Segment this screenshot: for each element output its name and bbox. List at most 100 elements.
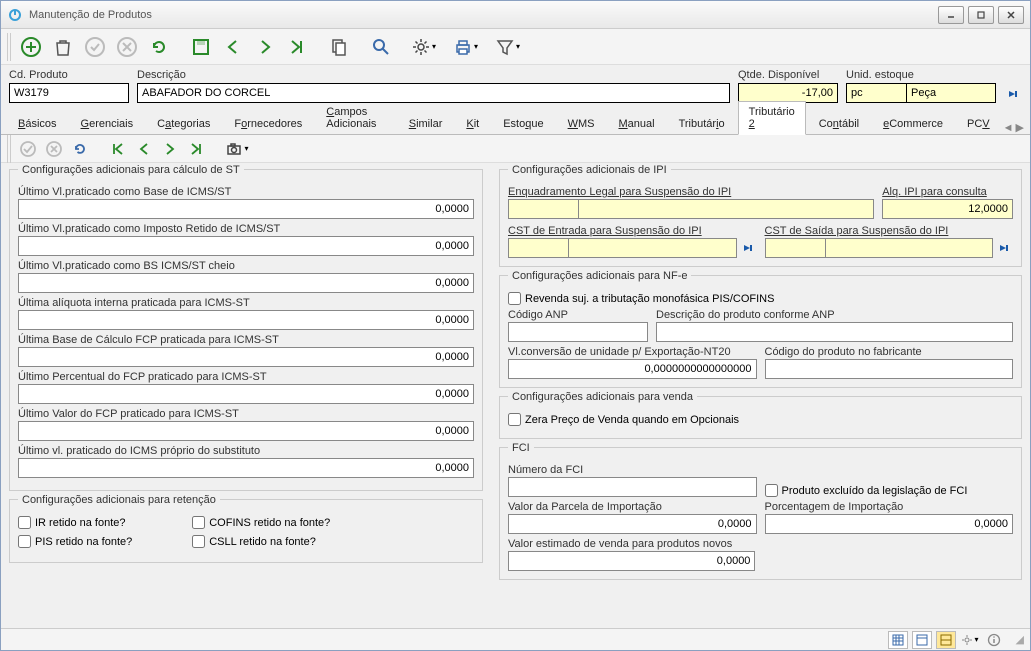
st-row-input-2[interactable] <box>18 273 474 293</box>
resize-grip[interactable]: ◢ <box>1016 633 1024 646</box>
st-row-input-3[interactable] <box>18 310 474 330</box>
chk-ret-right-0[interactable]: COFINS retido na fonte? <box>192 516 330 529</box>
cod-fab-input[interactable] <box>765 359 1014 379</box>
porc-imp-input[interactable] <box>765 514 1014 534</box>
sb-gear-icon[interactable]: ▾ <box>960 631 980 649</box>
st-row-input-7[interactable] <box>18 458 474 478</box>
enq-ipi-desc[interactable] <box>578 199 874 219</box>
alq-ipi-label[interactable]: Alq. IPI para consulta <box>882 186 1013 198</box>
sb-grid-icon[interactable] <box>888 631 908 649</box>
sb-form-icon[interactable] <box>912 631 932 649</box>
sb-split-icon[interactable] <box>936 631 956 649</box>
cst-saida-desc[interactable] <box>825 238 994 258</box>
tab-fornecedores[interactable]: Fornecedores <box>223 113 313 134</box>
unid-desc-input[interactable] <box>906 83 996 103</box>
sub-next-button[interactable] <box>159 138 181 160</box>
next-button[interactable] <box>251 33 279 61</box>
qtde-input[interactable] <box>738 83 838 103</box>
unid-label: Unid. estoque <box>846 69 996 81</box>
chk-ret-left-1[interactable]: PIS retido na fonte? <box>18 535 132 548</box>
cst-saida-label[interactable]: CST de Saída para Suspensão do IPI <box>765 225 1014 237</box>
chk-ret-right-1[interactable]: CSLL retido na fonte? <box>192 535 330 548</box>
refresh-button[interactable] <box>145 33 173 61</box>
cd-produto-label: Cd. Produto <box>9 69 129 81</box>
est-venda-input[interactable] <box>508 551 755 571</box>
tab-ecommerce[interactable]: eCommerce <box>872 113 954 134</box>
tab-categorias[interactable]: Categorias <box>146 113 221 134</box>
num-fci-input[interactable] <box>508 477 757 497</box>
st-row-input-6[interactable] <box>18 421 474 441</box>
descricao-input[interactable] <box>137 83 730 103</box>
tab-scroll-right[interactable]: ▶ <box>1016 121 1024 134</box>
nfe-group-title: Configurações adicionais para NF-e <box>508 270 691 282</box>
unid-lookup-button[interactable] <box>1004 85 1022 103</box>
filter-button[interactable]: ▾ <box>493 33 521 61</box>
unid-code-input[interactable] <box>846 83 906 103</box>
search-button[interactable] <box>367 33 395 61</box>
print-button[interactable]: ▾ <box>451 33 479 61</box>
sb-info-icon[interactable] <box>984 631 1004 649</box>
prev-button[interactable] <box>219 33 247 61</box>
st-row-input-1[interactable] <box>18 236 474 256</box>
st-row-input-4[interactable] <box>18 347 474 367</box>
chk-revenda[interactable]: Revenda suj. a tributação monofásica PIS… <box>508 292 1013 305</box>
tab-wms[interactable]: WMS <box>557 113 606 134</box>
sub-first-button[interactable] <box>107 138 129 160</box>
sub-refresh-button[interactable] <box>69 138 91 160</box>
tab-campos-adicionais[interactable]: Campos Adicionais <box>315 101 395 134</box>
settings-button[interactable]: ▾ <box>409 33 437 61</box>
confirm-button[interactable] <box>81 33 109 61</box>
last-button[interactable] <box>283 33 311 61</box>
tab-scroll-left[interactable]: ◄ <box>1003 122 1014 134</box>
minimize-button[interactable] <box>938 6 964 24</box>
tab-basicos[interactable]: Básicos <box>7 113 68 134</box>
sub-toolbar: ▾ <box>1 135 1030 163</box>
desc-anp-input[interactable] <box>656 322 1013 342</box>
cst-saida-lookup[interactable] <box>995 239 1013 257</box>
st-row-input-0[interactable] <box>18 199 474 219</box>
st-row-label-5: Último Percentual do FCP praticado para … <box>18 371 474 383</box>
copy-button[interactable] <box>325 33 353 61</box>
desc-anp-label: Descrição do produto conforme ANP <box>656 309 1013 321</box>
cd-produto-input[interactable] <box>9 83 129 103</box>
close-button[interactable] <box>998 6 1024 24</box>
chk-ret-left-0[interactable]: IR retido na fonte? <box>18 516 132 529</box>
tab-tributario[interactable]: Tributário <box>668 113 736 134</box>
cancel-button[interactable] <box>113 33 141 61</box>
tab-pcv[interactable]: PCV <box>956 113 1001 134</box>
sub-camera-button[interactable]: ▾ <box>223 138 251 160</box>
maximize-button[interactable] <box>968 6 994 24</box>
cod-anp-input[interactable] <box>508 322 648 342</box>
sub-prev-button[interactable] <box>133 138 155 160</box>
add-button[interactable] <box>17 33 45 61</box>
alq-ipi-input[interactable] <box>882 199 1013 219</box>
chk-zera-preco[interactable]: Zera Preço de Venda quando em Opcionais <box>508 413 1013 426</box>
delete-button[interactable] <box>49 33 77 61</box>
cst-entrada-lookup[interactable] <box>739 239 757 257</box>
tab-gerenciais[interactable]: Gerenciais <box>70 113 145 134</box>
tab-manual[interactable]: Manual <box>607 113 665 134</box>
cst-saida-code[interactable] <box>765 238 825 258</box>
tab-tributario-2[interactable]: Tributário 2 <box>738 101 806 135</box>
sub-confirm-button[interactable] <box>17 138 39 160</box>
tab-similar[interactable]: Similar <box>398 113 454 134</box>
save-button[interactable] <box>187 33 215 61</box>
tab-kit[interactable]: Kit <box>455 113 490 134</box>
sub-last-button[interactable] <box>185 138 207 160</box>
enq-ipi-code[interactable] <box>508 199 578 219</box>
tab-estoque[interactable]: Estoque <box>492 113 554 134</box>
tab-contabil[interactable]: Contábil <box>808 113 870 134</box>
cst-entrada-label[interactable]: CST de Entrada para Suspensão do IPI <box>508 225 757 237</box>
parc-imp-input[interactable] <box>508 514 757 534</box>
qtde-label: Qtde. Disponível <box>738 69 838 81</box>
enq-ipi-label[interactable]: Enquadramento Legal para Suspensão do IP… <box>508 186 874 198</box>
cst-entrada-desc[interactable] <box>568 238 737 258</box>
nfe-group: Configurações adicionais para NF-e Reven… <box>499 275 1022 388</box>
st-row-input-5[interactable] <box>18 384 474 404</box>
sub-cancel-button[interactable] <box>43 138 65 160</box>
cst-entrada-code[interactable] <box>508 238 568 258</box>
chk-excl-fci[interactable]: Produto excluído da legislação de FCI <box>765 484 968 497</box>
st-group: Configurações adicionais para cálculo de… <box>9 169 483 491</box>
conv-input[interactable] <box>508 359 757 379</box>
st-row-label-0: Último Vl.praticado como Base de ICMS/ST <box>18 186 474 198</box>
